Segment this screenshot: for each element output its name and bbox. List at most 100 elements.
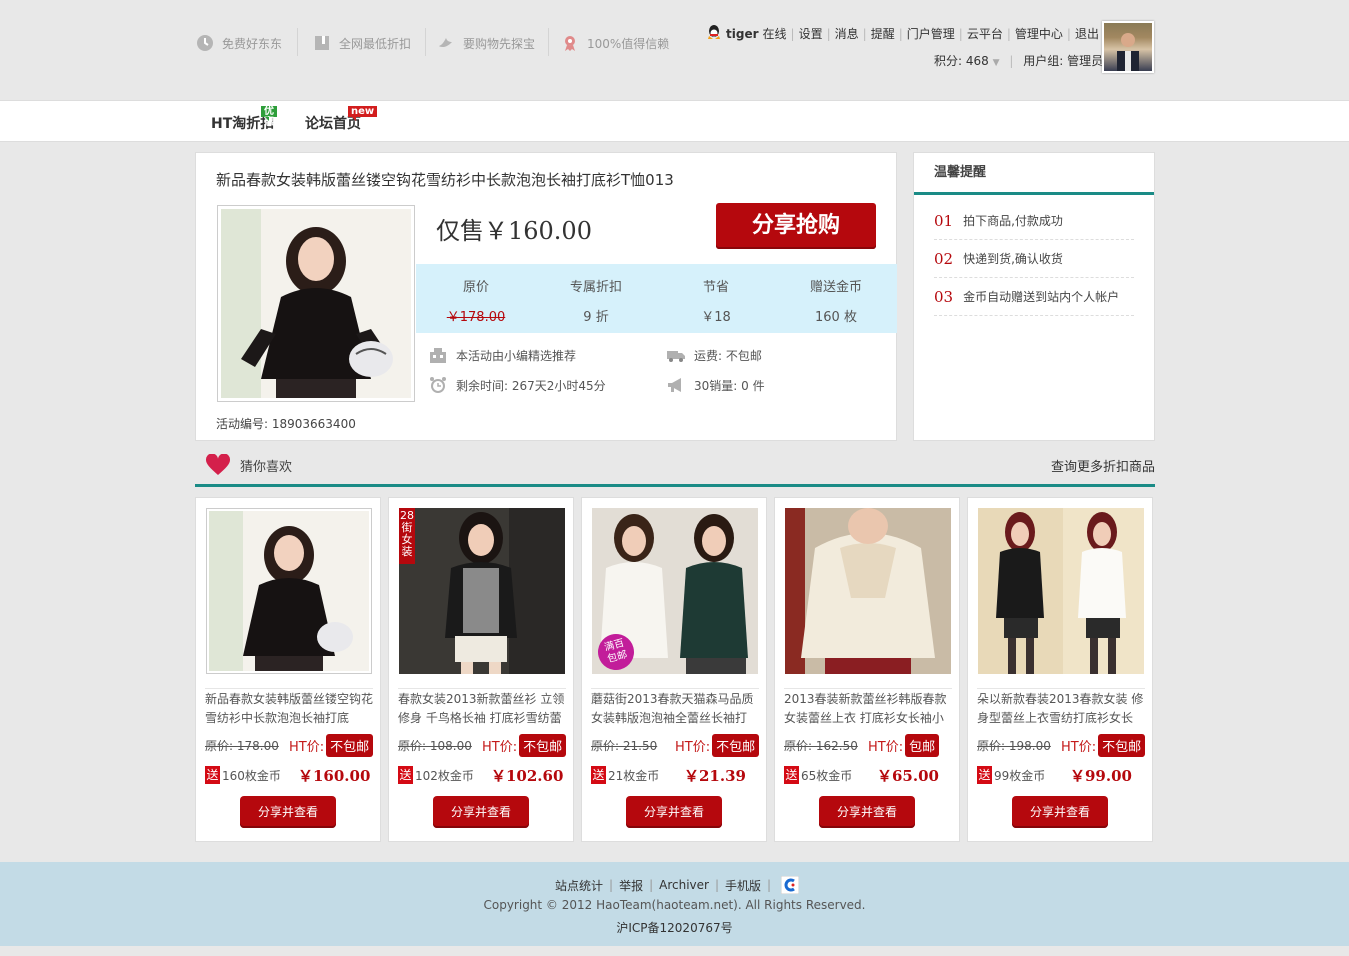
share-buy-button[interactable]: 分享抢购 [716, 203, 876, 249]
stat-save: 节省 ￥18 [656, 264, 776, 325]
info-sales-text: 30销量: 0 件 [694, 378, 765, 393]
info-shipping: 运费: 不包邮 [666, 346, 762, 364]
product-name[interactable]: 新品春款女装韩版蕾丝镂空钩花雪纺衫中长款泡泡长袖打底 [205, 688, 373, 726]
cloud-platform-link[interactable]: 云平台 [967, 25, 1003, 42]
coin-count: 21枚金币 [608, 768, 660, 783]
info-sales: 30销量: 0 件 [666, 376, 765, 394]
product-item: 满百包邮 蘑菇街2013春款天猫森马品质女装韩版泡泡袖全蕾丝长袖打 原价: 21… [581, 497, 767, 842]
stat-coins-label: 赠送金币 [809, 280, 862, 295]
feature-shop-label: 要购物先探宝 [463, 36, 536, 51]
product-image[interactable] [217, 205, 415, 402]
tag-icon [313, 34, 331, 52]
coin-count: 99枚金币 [994, 768, 1046, 783]
price-row: 原价: 178.00 HT价: 不包邮 [205, 733, 375, 757]
messages-link[interactable]: 消息 [835, 25, 859, 42]
original-price: 原价: 162.50 [784, 738, 858, 753]
bird-icon [437, 34, 455, 52]
clock-icon [196, 34, 214, 52]
product-item: 新品春款女装韩版蕾丝镂空钩花雪纺衫中长款泡泡长袖打底 原价: 178.00 HT… [195, 497, 381, 842]
ht-price-label: HT价: [482, 739, 518, 755]
price-row: 原价: 108.00 HT价: 不包邮 [398, 733, 568, 757]
settings-link[interactable]: 设置 [799, 25, 823, 42]
group-label: 用户组: [1023, 54, 1064, 68]
final-price: ￥21.39 [684, 766, 746, 785]
points-label: 积分: 468 [934, 54, 989, 68]
nav-forum-home[interactable]: 论坛首页 new [305, 106, 378, 133]
online-status: 在线 [762, 27, 787, 41]
coin-count: 65枚金币 [801, 768, 853, 783]
building-icon [428, 346, 448, 364]
product-thumbnail[interactable] [206, 508, 372, 674]
product-thumbnail[interactable]: 满百包邮 [592, 508, 758, 674]
product-name[interactable]: 2013春装新款蕾丝衫韩版春款女装蕾丝上衣 打底衫女长袖小 [784, 688, 952, 726]
report-link[interactable]: 举报 [619, 877, 643, 894]
ht-price-label: HT价: [1061, 739, 1097, 755]
gift-badge: 送 [591, 766, 606, 784]
price-row: 原价: 162.50 HT价: 包邮 [784, 733, 954, 757]
product-thumbnail[interactable]: 28街女装 [399, 508, 565, 674]
stat-discount-label: 专属折扣 [569, 280, 622, 295]
final-price: ￥160.00 [298, 766, 371, 785]
copyright: Copyright © 2012 HaoTeam(haoteam.net). A… [483, 898, 866, 912]
product-name[interactable]: 蘑菇街2013春款天猫森马品质女装韩版泡泡袖全蕾丝长袖打 [591, 688, 759, 726]
info-remaining-text: 剩余时间: 267天2小时45分 [456, 378, 606, 393]
heart-icon [205, 453, 231, 479]
portal-admin-link[interactable]: 门户管理 [907, 25, 955, 42]
share-view-button[interactable]: 分享并查看 [240, 796, 336, 828]
original-price: 原价: 108.00 [398, 738, 472, 753]
tip-text: 金币自动赠送到站内个人帐户 [963, 290, 1120, 304]
tip-item: 01 拍下商品,付款成功 [934, 202, 1134, 240]
product-name[interactable]: 朵以新款春装2013春款女装 修身型蕾丝上衣雪纺打底衫女长 [977, 688, 1145, 726]
more-discounts-link[interactable]: 查询更多折扣商品 [1051, 456, 1155, 475]
feature-lowest-label: 全网最低折扣 [339, 36, 412, 51]
share-view-button[interactable]: 分享并查看 [1012, 796, 1108, 828]
nav-ht-discount[interactable]: HT淘折扣 优惠 [211, 106, 277, 133]
product-item: 朵以新款春装2013春款女装 修身型蕾丝上衣雪纺打底衫女长 原价: 198.00… [967, 497, 1153, 842]
share-view-button[interactable]: 分享并查看 [433, 796, 529, 828]
chevron-down-icon: ▼ [992, 58, 1000, 68]
shipping-badge: 不包邮 [326, 733, 374, 757]
product-item: 28街女装 春款女装2013新款蕾丝衫 立领修身 千鸟格长袖 打底衫雪纺蕾 原价… [388, 497, 574, 842]
coin-row: 送 21枚金币 ￥21.39 [591, 764, 761, 786]
tip-text: 拍下商品,付款成功 [963, 214, 1063, 228]
tip-item: 02 快递到货,确认收货 [934, 240, 1134, 278]
final-price: ￥102.60 [491, 766, 564, 785]
feature-free: 免费好东东 [196, 32, 282, 54]
share-view-button[interactable]: 分享并查看 [819, 796, 915, 828]
ht-price-label: HT价: [289, 739, 325, 755]
product-item: 2013春装新款蕾丝衫韩版春款女装蕾丝上衣 打底衫女长袖小 原价: 162.50… [774, 497, 960, 842]
info-remaining: 剩余时间: 267天2小时45分 [428, 376, 606, 394]
site-stats-link[interactable]: 站点统计 [555, 877, 603, 894]
avatar[interactable] [1102, 21, 1154, 73]
tip-text: 快递到货,确认收货 [963, 252, 1063, 266]
guess-section-header: 猜你喜欢 查询更多折扣商品 [195, 450, 1155, 487]
username-link[interactable]: tiger [726, 27, 759, 41]
archiver-link[interactable]: Archiver [659, 878, 709, 892]
reminders-link[interactable]: 提醒 [871, 25, 895, 42]
admin-center-link[interactable]: 管理中心 [1015, 25, 1063, 42]
tip-number: 03 [934, 287, 954, 306]
original-price: 原价: 178.00 [205, 738, 279, 753]
group-value-link[interactable]: 管理员 [1067, 54, 1103, 68]
price-row: 原价: 198.00 HT价: 不包邮 [977, 733, 1147, 757]
product-thumbnail[interactable] [785, 508, 951, 674]
sale-price: 仅售￥160.00 [436, 217, 592, 245]
info-shipping-text: 运费: 不包邮 [694, 348, 762, 363]
cnzz-stats-icon[interactable] [780, 875, 800, 895]
user-info: 积分: 468 ▼ | 用户组: 管理员 [934, 54, 1104, 68]
share-view-button[interactable]: 分享并查看 [626, 796, 722, 828]
logout-link[interactable]: 退出 [1075, 25, 1099, 42]
icp-number[interactable]: 沪ICP备12020767号 [0, 919, 1349, 936]
top-header: 免费好东东 全网最低折扣 要购物先探宝 100%值得信赖 tiger 在线 | … [0, 0, 1349, 100]
ht-price-label: HT价: [868, 739, 904, 755]
tip-number: 01 [934, 211, 954, 230]
mobile-link[interactable]: 手机版 [725, 877, 761, 894]
product-thumbnail[interactable] [978, 508, 1144, 674]
info-recommend: 本活动由小编精选推荐 [428, 346, 576, 364]
product-name[interactable]: 春款女装2013新款蕾丝衫 立领修身 千鸟格长袖 打底衫雪纺蕾 [398, 688, 566, 726]
stat-discount-value: 9 折 [583, 310, 609, 325]
points-dropdown[interactable]: 积分: 468 ▼ [934, 54, 1000, 68]
coin-row: 送 65枚金币 ￥65.00 [784, 764, 954, 786]
footer: 站点统计 | 举报 | Archiver | 手机版 | Copyright ©… [0, 862, 1349, 946]
stat-discount: 专属折扣 9 折 [536, 264, 656, 325]
